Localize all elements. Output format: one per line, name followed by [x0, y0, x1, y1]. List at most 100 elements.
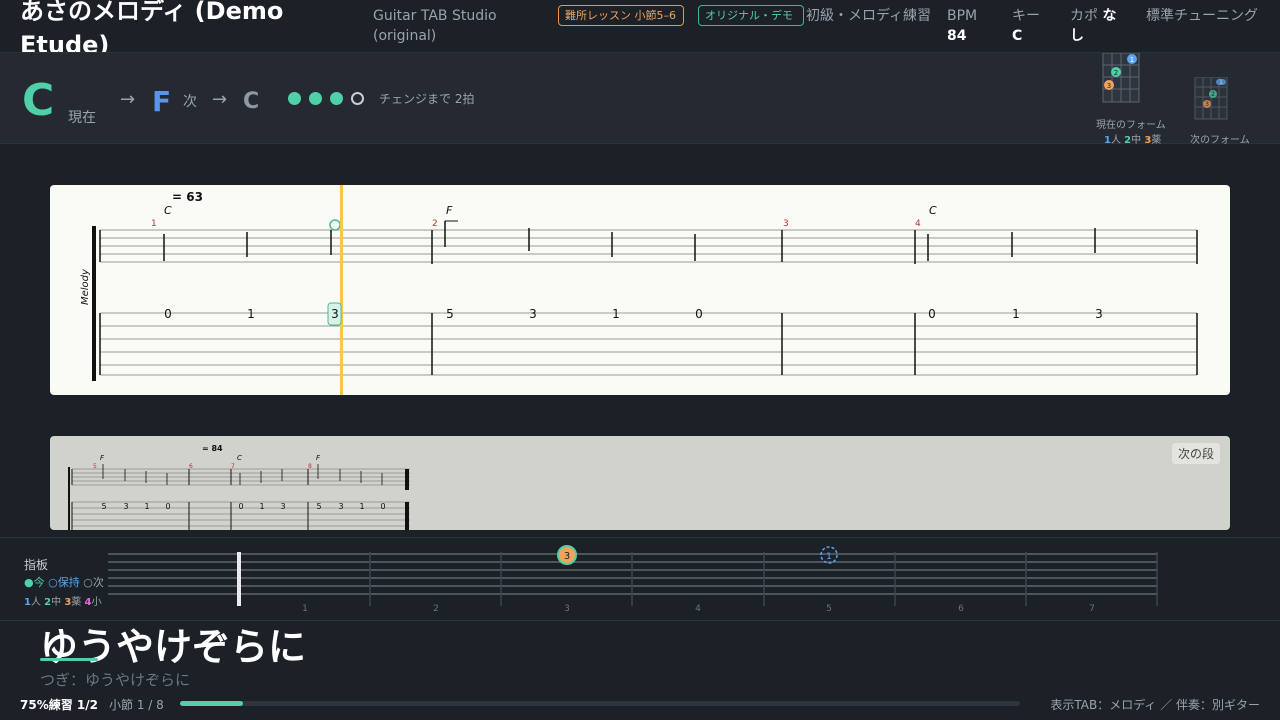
tab-number: 0 — [238, 502, 243, 511]
bar-position: 小節 1 / 8 — [109, 698, 164, 712]
tab-number: 3 — [280, 502, 285, 511]
legend-hold: ○保持 — [48, 576, 80, 589]
chord-symbol: F — [100, 454, 105, 462]
chord-symbol: C — [237, 454, 242, 462]
svg-text:2: 2 — [1114, 69, 1118, 77]
bpm-label: BPM — [947, 8, 978, 24]
key-value: C — [1012, 28, 1023, 44]
svg-text:3: 3 — [1205, 101, 1209, 108]
status-footer: 75%練習 1/2 小節 1 / 8 表示TAB：メロディ ／ 伴奏：別ギター — [0, 690, 1280, 720]
fret-number: 6 — [958, 604, 964, 614]
beat-dot-off — [351, 92, 364, 105]
next-chord-diagram: 1 2 3 — [1194, 77, 1228, 120]
app-header: あさのメロディ (Demo Etude) Guitar TAB Studio (… — [0, 0, 1280, 52]
fretboard-finger-legend: 1人 2中 3薬 4小 — [24, 593, 101, 608]
tab-number: 0 — [164, 307, 172, 321]
finger-num: 1 — [24, 597, 31, 608]
beat-dot-on — [330, 92, 343, 105]
current-chord-label: 現在 — [68, 110, 96, 126]
measure-number: 1 — [151, 219, 157, 229]
current-chord-diagram: 1 2 3 — [1102, 53, 1140, 103]
tab-number: 5 — [316, 502, 321, 511]
current-form-label: 現在のフォーム — [1096, 120, 1166, 131]
beat-dot-on — [288, 92, 301, 105]
tab-number-current: 3 — [331, 307, 339, 321]
next-finger-number: 1 — [826, 552, 832, 562]
fret-number: 2 — [433, 604, 439, 614]
tab-number: 5 — [446, 307, 454, 321]
tab-number: 3 — [338, 502, 343, 511]
tab-number: 0 — [928, 307, 936, 321]
lesson-badge[interactable]: 難所レッスン 小節5–6 — [558, 5, 684, 26]
fretboard-legend: ●今 ○保持 ○次 — [24, 574, 104, 590]
next-system-button[interactable]: 次の段 — [1171, 443, 1220, 464]
measure-number: 3 — [783, 219, 789, 229]
tab-number: 5 — [101, 502, 106, 511]
finger-legend: 1人 2中 3薬 — [1104, 131, 1161, 146]
tab-number: 1 — [612, 307, 620, 321]
finger-name: 薬 — [1151, 135, 1162, 146]
tab-display-info: 表示TAB：メロディ ／ 伴奏：別ギター — [1050, 698, 1260, 712]
staff-label: Melody — [80, 268, 91, 305]
tab-number: 3 — [123, 502, 128, 511]
fret-number: 1 — [302, 604, 308, 614]
key-label: キー — [1012, 8, 1040, 24]
tab-number: 3 — [1095, 307, 1103, 321]
svg-text:3: 3 — [1107, 82, 1111, 90]
tab-number: 1 — [359, 502, 364, 511]
finger-name: 中 — [1131, 135, 1142, 146]
fret-number: 7 — [1089, 604, 1095, 614]
song-title: あさのメロディ (Demo Etude) — [20, 0, 284, 52]
next-lyric: つぎ：ゆうやけぞらに — [40, 671, 191, 689]
lyric-progress-underline — [40, 658, 98, 661]
tab-number: 3 — [529, 307, 537, 321]
arrow-icon: → — [120, 89, 136, 110]
song-progress-bar[interactable] — [180, 701, 1020, 706]
nut — [237, 552, 241, 606]
next-chord: F — [152, 85, 172, 118]
tab-number: 0 — [165, 502, 170, 511]
current-chord: C — [22, 75, 55, 126]
tab-number: 1 — [259, 502, 264, 511]
fretboard-label: 指板 — [24, 558, 49, 572]
svg-text:1: 1 — [1130, 56, 1134, 64]
score-next-system[interactable]: = 84 F C F 5 6 7 8 5 3 1 0 0 1 3 5 3 1 0… — [50, 436, 1230, 530]
chord-symbol: F — [446, 204, 453, 217]
beat-dot-on — [309, 92, 322, 105]
legend-now: ●今 — [24, 576, 45, 589]
score-svg: = 63 1 2 3 4 C F C Melody 0 1 3 5 3 1 0 … — [80, 185, 1198, 395]
measure-number: 4 — [915, 219, 921, 229]
practice-mode[interactable]: 75%練習 1/2 — [20, 696, 98, 713]
finger-name: 人 — [30, 597, 41, 608]
score-current-system[interactable]: = 63 1 2 3 4 C F C Melody 0 1 3 5 3 1 0 … — [50, 185, 1230, 395]
tab-number: 1 — [247, 307, 255, 321]
chord-bar: C 現在 → F 次 → C チェンジまで 2拍 1 2 3 現在のフォーム 1… — [0, 52, 1280, 146]
fret-number: 4 — [695, 604, 701, 614]
app-subtitle: Guitar TAB Studio (original) — [373, 8, 497, 44]
finger-name: 中 — [51, 597, 62, 608]
tuning-info: 標準チューニング — [1146, 8, 1258, 24]
tab-number: 1 — [1012, 307, 1020, 321]
svg-text:2: 2 — [1211, 91, 1215, 98]
key-info: キー C — [1012, 6, 1060, 46]
bpm-value: 84 — [947, 28, 967, 44]
measure-number: 2 — [432, 219, 438, 229]
playhead — [340, 185, 343, 395]
next-form-label: 次のフォーム — [1190, 135, 1250, 146]
chord-symbol: C — [164, 204, 172, 217]
change-countdown: チェンジまで 2拍 — [379, 92, 475, 106]
demo-badge[interactable]: オリジナル・デモ — [698, 5, 804, 26]
tab-number: 0 — [380, 502, 385, 511]
arrow-icon: → — [212, 89, 228, 110]
fretboard-panel: 指板 ●今 ○保持 ○次 1人 2中 3薬 4小 1 2 3 4 5 6 7 3… — [0, 537, 1280, 619]
level-info: 初級・メロディ練習 — [806, 8, 932, 24]
fretboard-svg[interactable]: 1 2 3 4 5 6 7 3 1 — [100, 538, 1170, 618]
finger-name: 人 — [1110, 135, 1121, 146]
fret-number: 5 — [826, 604, 832, 614]
chord-symbol: F — [316, 454, 321, 462]
next-score-svg: = 84 F C F 5 6 7 8 5 3 1 0 0 1 3 5 3 1 0 — [68, 444, 410, 530]
song-progress-fill — [180, 701, 243, 706]
tempo-marking: = 63 — [172, 190, 203, 204]
current-note-head — [329, 219, 341, 231]
current-finger-number: 3 — [564, 551, 570, 562]
